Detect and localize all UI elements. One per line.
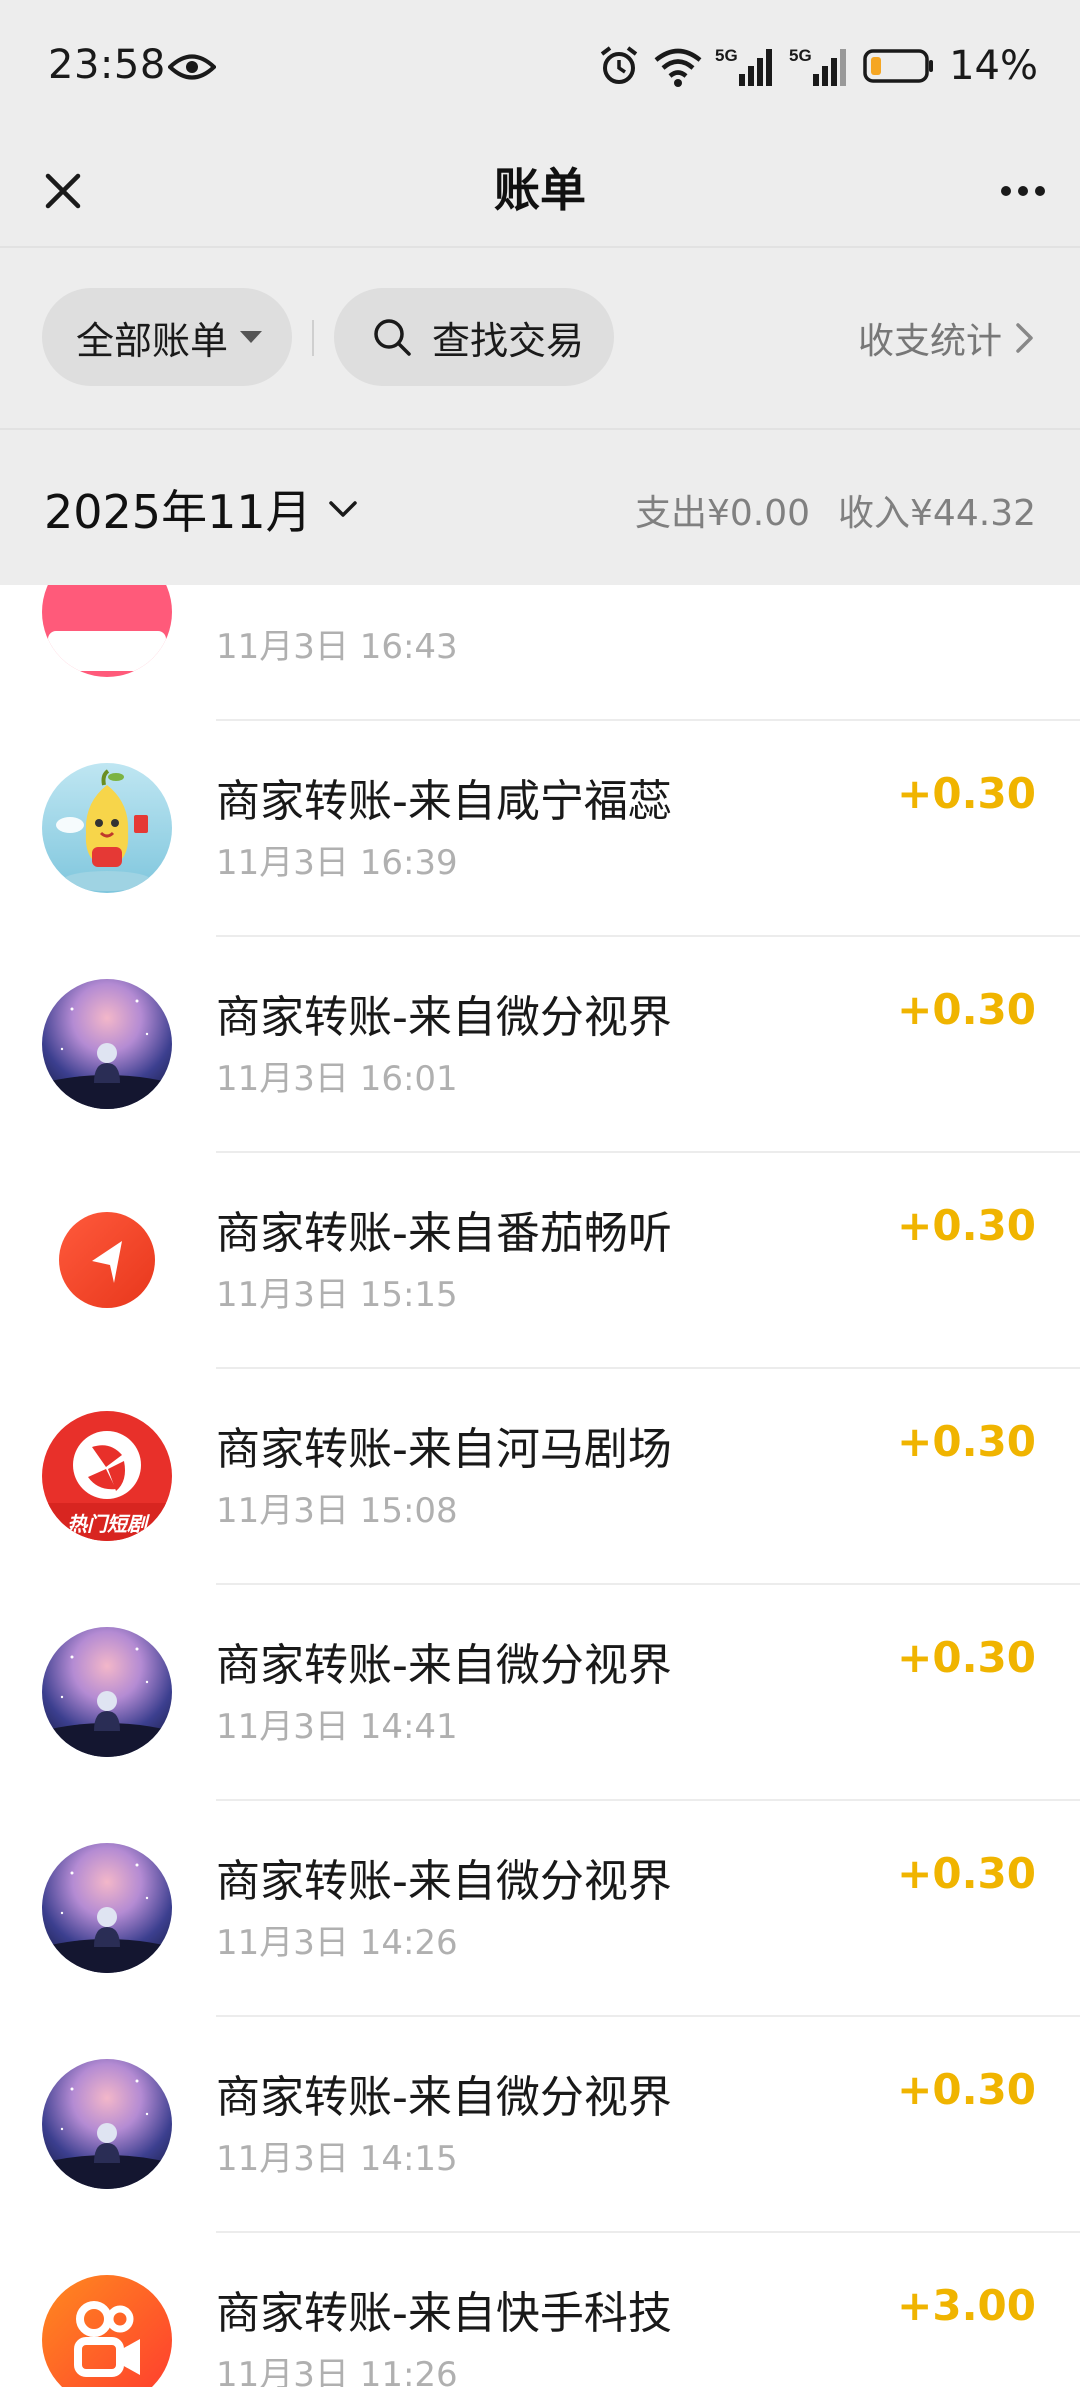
merchant-avatar (42, 1195, 172, 1325)
transaction-amount: +0.30 (897, 1849, 1036, 1898)
more-icon[interactable] (990, 158, 1056, 224)
hippo-avatar-text: 热门短剧 (66, 1512, 150, 1536)
page-title: 账单 (494, 163, 586, 217)
wifi-icon (654, 48, 702, 87)
transaction-title: 商家转账-来自微分视界 (216, 1640, 672, 1691)
transaction-amount: +0.30 (897, 2065, 1036, 2114)
income-total: 收入¥44.32 (838, 493, 1036, 534)
transaction-time: 11月3日 16:43 (216, 627, 458, 667)
transaction-time: 11月3日 14:41 (216, 1707, 458, 1747)
transaction-title: 商家转账-来自微分视界 (216, 1856, 672, 1907)
status-time: 23:58 (48, 42, 166, 88)
merchant-avatar: 热门短剧 (42, 1411, 172, 1541)
transaction-amount: +0.30 (897, 1633, 1036, 1682)
status-icons: 5G 5G 14% (597, 43, 1038, 89)
signal-5g-icon: 5G (715, 46, 773, 86)
network-label-2: 5G (789, 46, 812, 65)
transaction-amount: +0.30 (897, 1417, 1036, 1466)
list-item[interactable]: 商家转账-来自微分视界 11月3日 14:41 +0.30 (0, 1585, 1080, 1801)
transaction-amount: +0.30 (897, 1201, 1036, 1250)
transaction-title: 商家转账-来自微分视界 (216, 992, 672, 1043)
search-icon (374, 319, 411, 356)
merchant-avatar (42, 2275, 172, 2387)
transaction-time: 11月3日 14:26 (216, 1923, 458, 1963)
status-bar: 23:58 5G 5G 14% (0, 0, 1080, 136)
battery-icon (863, 49, 934, 83)
merchant-avatar (42, 2059, 172, 2189)
merchant-avatar (42, 1627, 172, 1757)
month-summary: 支出¥0.00 收入¥44.32 (635, 484, 1036, 536)
transaction-amount: +0.30 (897, 769, 1036, 818)
list-item[interactable]: 商家转账-来自微分视界 11月3日 14:15 +0.30 (0, 2017, 1080, 2233)
alarm-icon (600, 46, 638, 84)
merchant-avatar (42, 979, 172, 1109)
list-item[interactable]: 11月3日 16:43 (0, 585, 1080, 721)
list-item[interactable]: 商家转账-来自微分视界 11月3日 16:01 +0.30 (0, 937, 1080, 1153)
transaction-title: 商家转账-来自番茄畅听 (216, 1208, 672, 1259)
list-item[interactable]: 商家转账-来自咸宁福蕊 11月3日 16:39 +0.30 (0, 721, 1080, 937)
transaction-title: 商家转账-来自快手科技 (216, 2288, 672, 2339)
transaction-rows: 商家转账-来自咸宁福蕊 11月3日 16:39 +0.30 商家转账-来自微分视… (0, 721, 1080, 2387)
transaction-time: 11月3日 16:39 (216, 843, 458, 883)
transaction-list[interactable]: 11月3日 16:43 商家转账-来自咸宁福蕊 11月3日 16:39 +0.3… (0, 585, 1080, 2387)
transaction-title: 商家转账-来自微分视界 (216, 2072, 672, 2123)
list-item[interactable]: 商家转账-来自快手科技 11月3日 11:26 +3.00 (0, 2233, 1080, 2387)
transaction-title: 商家转账-来自咸宁福蕊 (216, 776, 672, 827)
stats-link[interactable]: 收支统计 (858, 312, 1036, 364)
caret-down-icon (240, 331, 263, 343)
all-bills-label: 全部账单 (76, 318, 229, 363)
filter-row: 全部账单 查找交易 收支统计 (0, 248, 1080, 428)
network-label-1: 5G (715, 46, 738, 65)
search-label: 查找交易 (432, 318, 585, 363)
stats-label: 收支统计 (857, 321, 1002, 362)
search-transactions-button[interactable]: 查找交易 (334, 288, 614, 386)
merchant-avatar (42, 585, 172, 677)
all-bills-dropdown[interactable]: 全部账单 (42, 288, 292, 386)
merchant-avatar (42, 763, 172, 893)
transaction-time: 11月3日 11:26 (216, 2355, 458, 2387)
expense-total: 支出¥0.00 (634, 493, 811, 534)
transaction-time: 11月3日 14:15 (216, 2139, 458, 2179)
list-item[interactable]: 商家转账-来自番茄畅听 11月3日 15:15 +0.30 (0, 1153, 1080, 1369)
logo-avatar-icon (42, 585, 172, 677)
eye-icon (168, 54, 216, 80)
chevron-right-icon (1016, 323, 1033, 353)
filter-separator (312, 320, 314, 356)
month-row: 2025年11月 支出¥0.00 收入¥44.32 (0, 430, 1080, 585)
transaction-amount: +3.00 (897, 2281, 1036, 2330)
list-item[interactable]: 热门短剧 商家转账-来自河马剧场 11月3日 15:08 +0.30 (0, 1369, 1080, 1585)
month-selector[interactable]: 2025年11月 (44, 476, 358, 542)
battery-percent: 14% (949, 43, 1038, 89)
month-label: 2025年11月 (44, 485, 312, 539)
merchant-avatar (42, 1843, 172, 1973)
signal-5g-icon-2: 5G (789, 46, 847, 86)
transaction-time: 11月3日 15:15 (216, 1275, 458, 1315)
transaction-amount: +0.30 (897, 985, 1036, 1034)
transaction-time: 11月3日 16:01 (216, 1059, 458, 1099)
chevron-down-icon (328, 501, 357, 517)
transaction-time: 11月3日 15:08 (216, 1491, 458, 1531)
transaction-title: 商家转账-来自河马剧场 (216, 1424, 672, 1475)
list-item[interactable]: 商家转账-来自微分视界 11月3日 14:26 +0.30 (0, 1801, 1080, 2017)
nav-bar: 账单 (0, 136, 1080, 246)
